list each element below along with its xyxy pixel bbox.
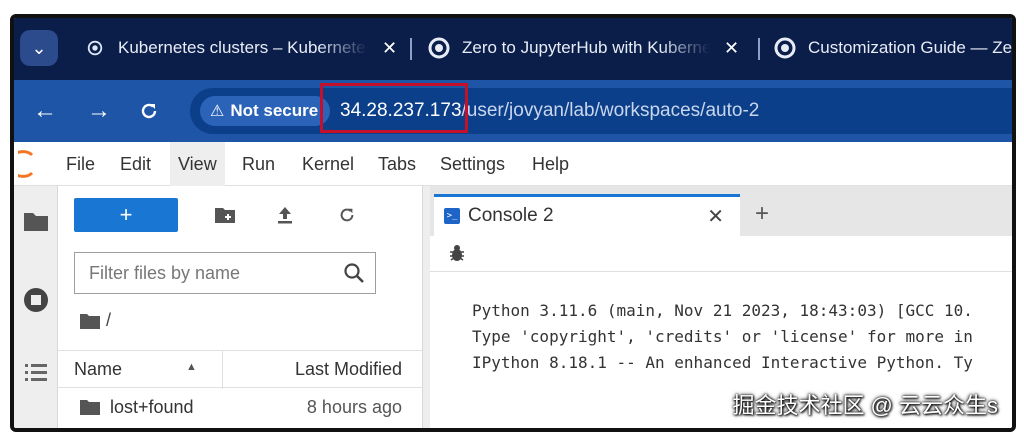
console-output: Python 3.11.6 (main, Nov 21 2023, 18:43:… [472, 298, 973, 376]
table-of-contents-icon[interactable] [14, 362, 58, 384]
folder-icon[interactable] [14, 210, 58, 232]
security-indicator[interactable]: ⚠ Not secure [200, 96, 331, 126]
jupyterhub-favicon-icon [774, 37, 796, 59]
tab-console-2[interactable]: >_ Console 2 ✕ [434, 194, 740, 236]
tab-title: Console 2 [468, 205, 554, 226]
list-item[interactable]: lost+found 8 hours ago [58, 392, 422, 426]
column-divider[interactable] [222, 351, 223, 389]
tab-close-icon[interactable]: ✕ [724, 38, 739, 59]
tab-title: Kubernetes clusters – Kubernetes [118, 38, 368, 57]
file-browser-panel: + / Name ▲ Last Modified [58, 186, 422, 428]
warning-triangle-icon: ⚠ [210, 103, 225, 120]
close-icon[interactable]: ✕ [707, 204, 724, 229]
browser-tab-jupyterhub[interactable]: Zero to JupyterHub with Kubernetes ✕ [428, 28, 744, 68]
refresh-icon[interactable] [334, 202, 360, 228]
column-modified-header[interactable]: Last Modified [295, 359, 402, 380]
console-toolbar [430, 236, 1012, 272]
console-line: Type 'copyright', 'credits' or 'license'… [472, 327, 973, 346]
folder-icon [80, 399, 100, 415]
menu-run[interactable]: Run [234, 142, 283, 186]
sort-ascending-icon: ▲ [186, 361, 197, 373]
breadcrumb-path: / [106, 310, 112, 330]
console-icon: >_ [444, 208, 460, 224]
column-name-header[interactable]: Name [74, 359, 122, 380]
breadcrumb[interactable]: / [80, 310, 111, 331]
jupyterhub-favicon-icon [428, 37, 450, 59]
tab-title: Customization Guide — Ze [808, 38, 1013, 57]
new-launcher-button[interactable]: + [74, 198, 178, 232]
url-path: /user/jovyan/lab/workspaces/auto-2 [461, 100, 760, 121]
screenshot-frame: ⌄ Kubernetes clusters – Kubernetes ✕ Zer… [10, 14, 1016, 432]
console-line: Python 3.11.6 (main, Nov 21 2023, 18:43:… [472, 301, 973, 320]
tab-close-icon[interactable]: ✕ [382, 38, 397, 59]
upload-icon[interactable] [272, 202, 298, 228]
menu-help[interactable]: Help [524, 142, 577, 186]
document-tab-bar: >_ Console 2 ✕ + [430, 186, 1012, 236]
jupyter-menubar: File Edit View Run Kernel Tabs Settings … [14, 142, 1012, 186]
gear-favicon-icon [84, 37, 106, 59]
tab-separator [410, 38, 412, 60]
back-arrow-icon[interactable]: ← [28, 94, 62, 128]
reload-icon[interactable] [132, 94, 166, 128]
file-modified: 8 hours ago [306, 397, 402, 417]
menu-edit[interactable]: Edit [112, 142, 159, 186]
tab-title: Zero to JupyterHub with Kubernetes [462, 38, 710, 57]
menu-view[interactable]: View [170, 142, 225, 186]
menu-file[interactable]: File [58, 142, 103, 186]
chevron-down-icon: ⌄ [31, 37, 47, 58]
menu-tabs[interactable]: Tabs [370, 142, 424, 186]
new-folder-icon[interactable] [212, 202, 238, 228]
add-tab-button[interactable]: + [748, 200, 776, 228]
browser-tab-kubernetes[interactable]: Kubernetes clusters – Kubernetes ✕ [84, 28, 402, 68]
console-line: IPython 8.18.1 -- An enhanced Interactiv… [472, 353, 973, 372]
forward-arrow-icon[interactable]: → [82, 94, 116, 128]
browser-tab-customization[interactable]: Customization Guide — Ze [774, 28, 1013, 68]
panel-resize-handle[interactable] [422, 186, 430, 428]
file-name: lost+found [110, 397, 194, 417]
search-icon [343, 262, 365, 284]
filter-input[interactable] [75, 253, 325, 293]
watermark: 掘金技术社区 @ 云云众生s [732, 393, 998, 418]
browser-toolbar: ← → ⚠ Not secure 34.28.237.173/user/jovy… [14, 80, 1012, 142]
left-activity-bar [14, 186, 58, 428]
menu-settings[interactable]: Settings [432, 142, 513, 186]
folder-icon [80, 313, 100, 329]
highlight-box [320, 83, 468, 133]
running-sessions-icon[interactable] [14, 286, 58, 314]
file-list-header: Name ▲ Last Modified [58, 350, 422, 389]
menu-kernel[interactable]: Kernel [294, 142, 362, 186]
jupyter-logo-icon [14, 150, 34, 178]
debugger-bug-icon[interactable] [448, 244, 466, 262]
security-label: Not secure [230, 101, 319, 120]
filter-files-field[interactable] [74, 252, 376, 294]
tab-search-dropdown-button[interactable]: ⌄ [20, 30, 58, 66]
browser-tab-strip: ⌄ Kubernetes clusters – Kubernetes ✕ Zer… [14, 18, 1012, 80]
tab-separator [758, 38, 760, 60]
